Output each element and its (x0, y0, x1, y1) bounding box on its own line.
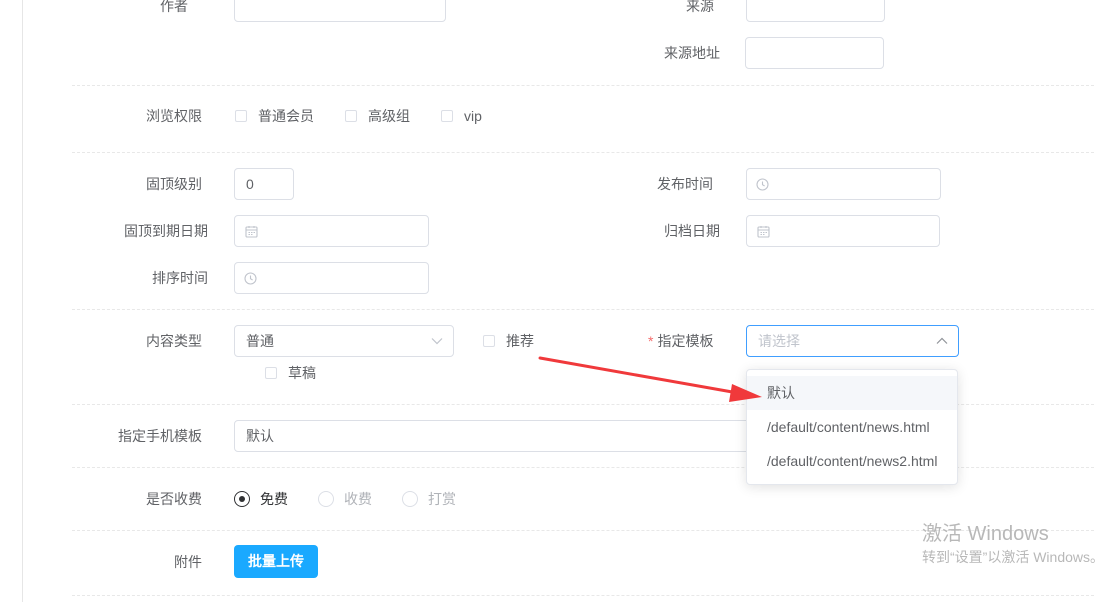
template-label-text: 指定模板 (657, 333, 714, 349)
sort-time-input[interactable] (234, 262, 429, 294)
required-mark: * (648, 333, 654, 349)
publish-time-input[interactable] (746, 168, 941, 200)
calendar-icon (245, 226, 258, 238)
mobile-template-select[interactable]: 默认 (234, 420, 794, 452)
section-divider (72, 85, 1094, 86)
charge-label: 是否收费 (146, 491, 202, 507)
content-type-label: 内容类型 (146, 333, 202, 349)
template-option-news2[interactable]: /default/content/news2.html (747, 444, 957, 478)
template-option-default[interactable]: 默认 (747, 376, 957, 410)
pin-level-label: 固顶级别 (146, 176, 202, 192)
mobile-template-value: 默认 (246, 428, 274, 444)
recommend-label: 推荐 (506, 333, 534, 349)
permission-vip-label: vip (464, 108, 482, 124)
attachment-label: 附件 (174, 554, 202, 570)
batch-upload-button[interactable]: 批量上传 (234, 545, 318, 578)
source-label: 来源 (686, 0, 714, 14)
chevron-up-icon (936, 337, 948, 344)
charge-paid-radio[interactable] (318, 491, 334, 507)
template-placeholder: 请选择 (758, 333, 800, 349)
template-label: * 指定模板 (648, 331, 713, 351)
permission-vip-checkbox[interactable] (441, 110, 453, 122)
charge-paid-label: 收费 (344, 491, 372, 507)
content-type-value: 普通 (246, 333, 274, 349)
content-type-select[interactable]: 普通 (234, 325, 454, 357)
draft-checkbox[interactable] (265, 367, 277, 379)
section-divider (72, 152, 1094, 153)
windows-watermark-title: 激活 Windows (922, 523, 1049, 545)
annotation-arrow (538, 356, 762, 402)
browse-permission-label: 浏览权限 (146, 108, 202, 124)
author-label: 作者 (160, 0, 188, 14)
mobile-template-label: 指定手机模板 (118, 428, 202, 444)
permission-advanced-checkbox[interactable] (345, 110, 357, 122)
draft-label: 草稿 (288, 365, 316, 381)
charge-free-label: 免费 (260, 491, 288, 507)
source-input[interactable] (746, 0, 885, 22)
source-url-label: 来源地址 (664, 45, 720, 61)
source-url-input[interactable] (745, 37, 884, 69)
calendar-icon (757, 226, 770, 238)
template-dropdown: 默认 /default/content/news.html /default/c… (746, 369, 958, 485)
archive-date-input[interactable] (746, 215, 940, 247)
author-input[interactable] (234, 0, 446, 22)
clock-icon (244, 272, 257, 285)
pin-level-input[interactable]: 0 (234, 168, 294, 200)
left-border (22, 0, 23, 602)
section-divider (72, 309, 1094, 310)
permission-normal-checkbox[interactable] (235, 110, 247, 122)
charge-tip-label: 打赏 (428, 491, 456, 507)
publish-time-label: 发布时间 (657, 176, 713, 192)
template-select[interactable]: 请选择 (746, 325, 959, 357)
section-divider (72, 595, 1094, 596)
clock-icon (756, 178, 769, 191)
recommend-checkbox[interactable] (483, 335, 495, 347)
archive-date-label: 归档日期 (664, 223, 720, 239)
chevron-down-icon (431, 338, 443, 345)
pin-expire-label: 固顶到期日期 (124, 223, 208, 239)
charge-free-radio[interactable] (234, 491, 250, 507)
template-option-news[interactable]: /default/content/news.html (747, 410, 957, 444)
windows-watermark-subtitle: 转到“设置”以激活 Windows。 (922, 549, 1105, 565)
permission-advanced-label: 高级组 (368, 108, 410, 124)
charge-tip-radio[interactable] (402, 491, 418, 507)
permission-normal-label: 普通会员 (258, 108, 314, 124)
sort-time-label: 排序时间 (152, 270, 208, 286)
pin-expire-input[interactable] (234, 215, 429, 247)
